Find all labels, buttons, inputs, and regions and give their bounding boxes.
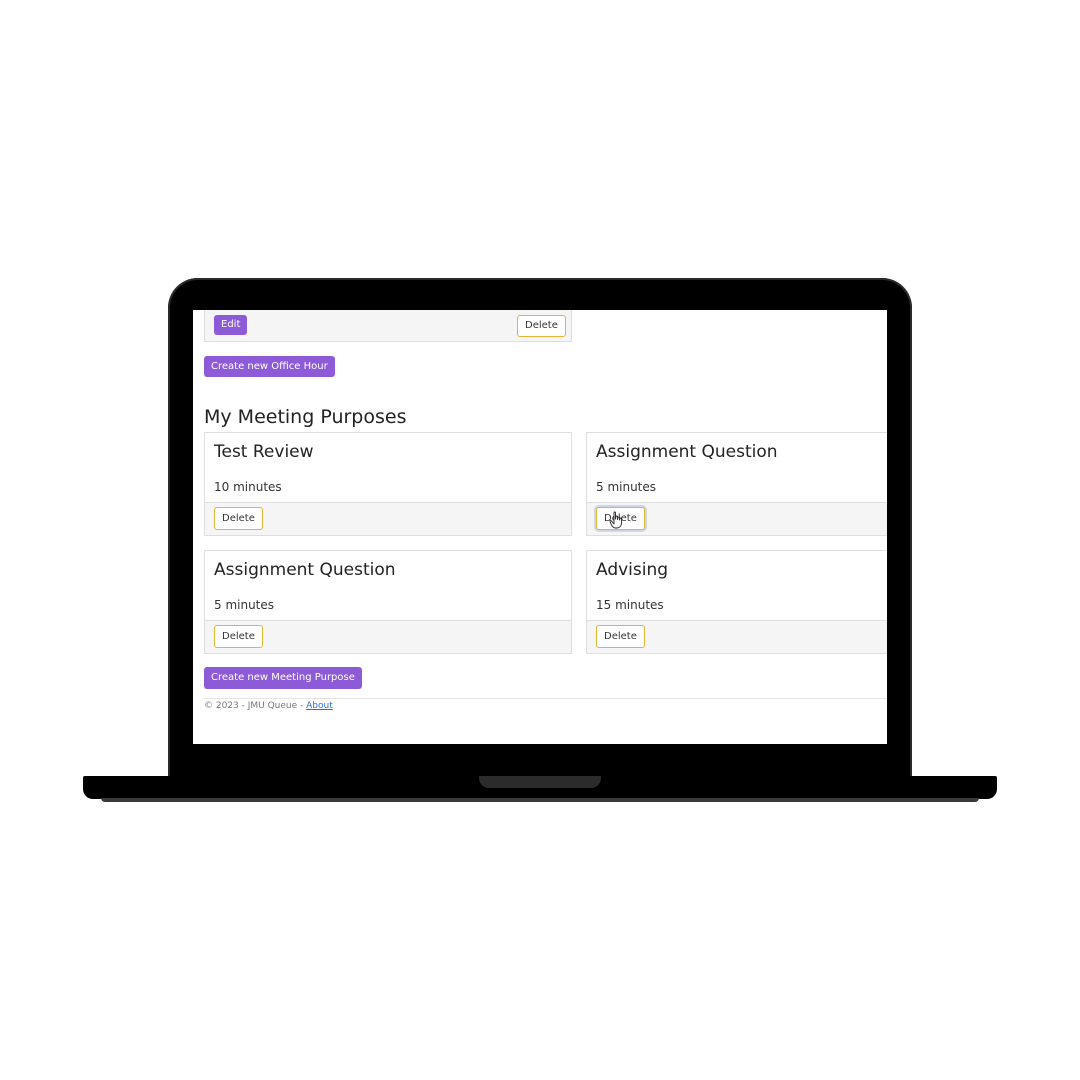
purpose-duration: 10 minutes: [214, 480, 282, 494]
create-meeting-purpose-button[interactable]: Create new Meeting Purpose: [204, 667, 362, 689]
delete-office-hour-button[interactable]: Delete: [517, 315, 566, 337]
purpose-card-footer: Delete: [587, 620, 887, 653]
section-title: My Meeting Purposes: [204, 406, 407, 428]
create-office-hour-button[interactable]: Create new Office Hour: [204, 356, 335, 377]
meeting-purpose-card: Test Review 10 minutes Delete: [204, 432, 572, 536]
delete-purpose-button[interactable]: Delete: [214, 507, 263, 530]
purpose-title: Advising: [596, 560, 669, 580]
purpose-duration: 5 minutes: [214, 598, 275, 612]
purpose-title: Assignment Question: [596, 442, 778, 462]
meeting-purpose-card: Advising 15 minutes Delete: [586, 550, 887, 654]
footer-divider: [204, 698, 887, 699]
edit-office-hour-button[interactable]: Edit: [214, 315, 248, 335]
page-footer: © 2023 - JMU Queue - About: [204, 701, 333, 711]
meeting-purpose-card: Assignment Question 5 minutes Delete: [586, 432, 887, 536]
meeting-purpose-card: Assignment Question 5 minutes Delete: [204, 550, 572, 654]
about-link[interactable]: About: [306, 701, 333, 711]
laptop-base-shadow: [101, 798, 979, 802]
purpose-title: Assignment Question: [214, 560, 396, 580]
purpose-card-footer: Delete: [587, 502, 887, 535]
footer-copyright: © 2023 - JMU Queue -: [204, 701, 307, 711]
purpose-title: Test Review: [214, 442, 314, 462]
delete-purpose-button[interactable]: Delete: [214, 625, 263, 648]
delete-purpose-button[interactable]: Delete: [596, 625, 645, 648]
office-hour-card: Edit Delete: [204, 310, 572, 342]
laptop-notch: [479, 776, 601, 788]
purpose-card-footer: Delete: [205, 620, 571, 653]
purpose-card-footer: Delete: [205, 502, 571, 535]
browser-viewport: Edit Delete Create new Office Hour My Me…: [193, 310, 887, 744]
hand-cursor-icon: [609, 511, 622, 529]
purpose-duration: 5 minutes: [596, 480, 657, 494]
purpose-duration: 15 minutes: [596, 598, 664, 612]
